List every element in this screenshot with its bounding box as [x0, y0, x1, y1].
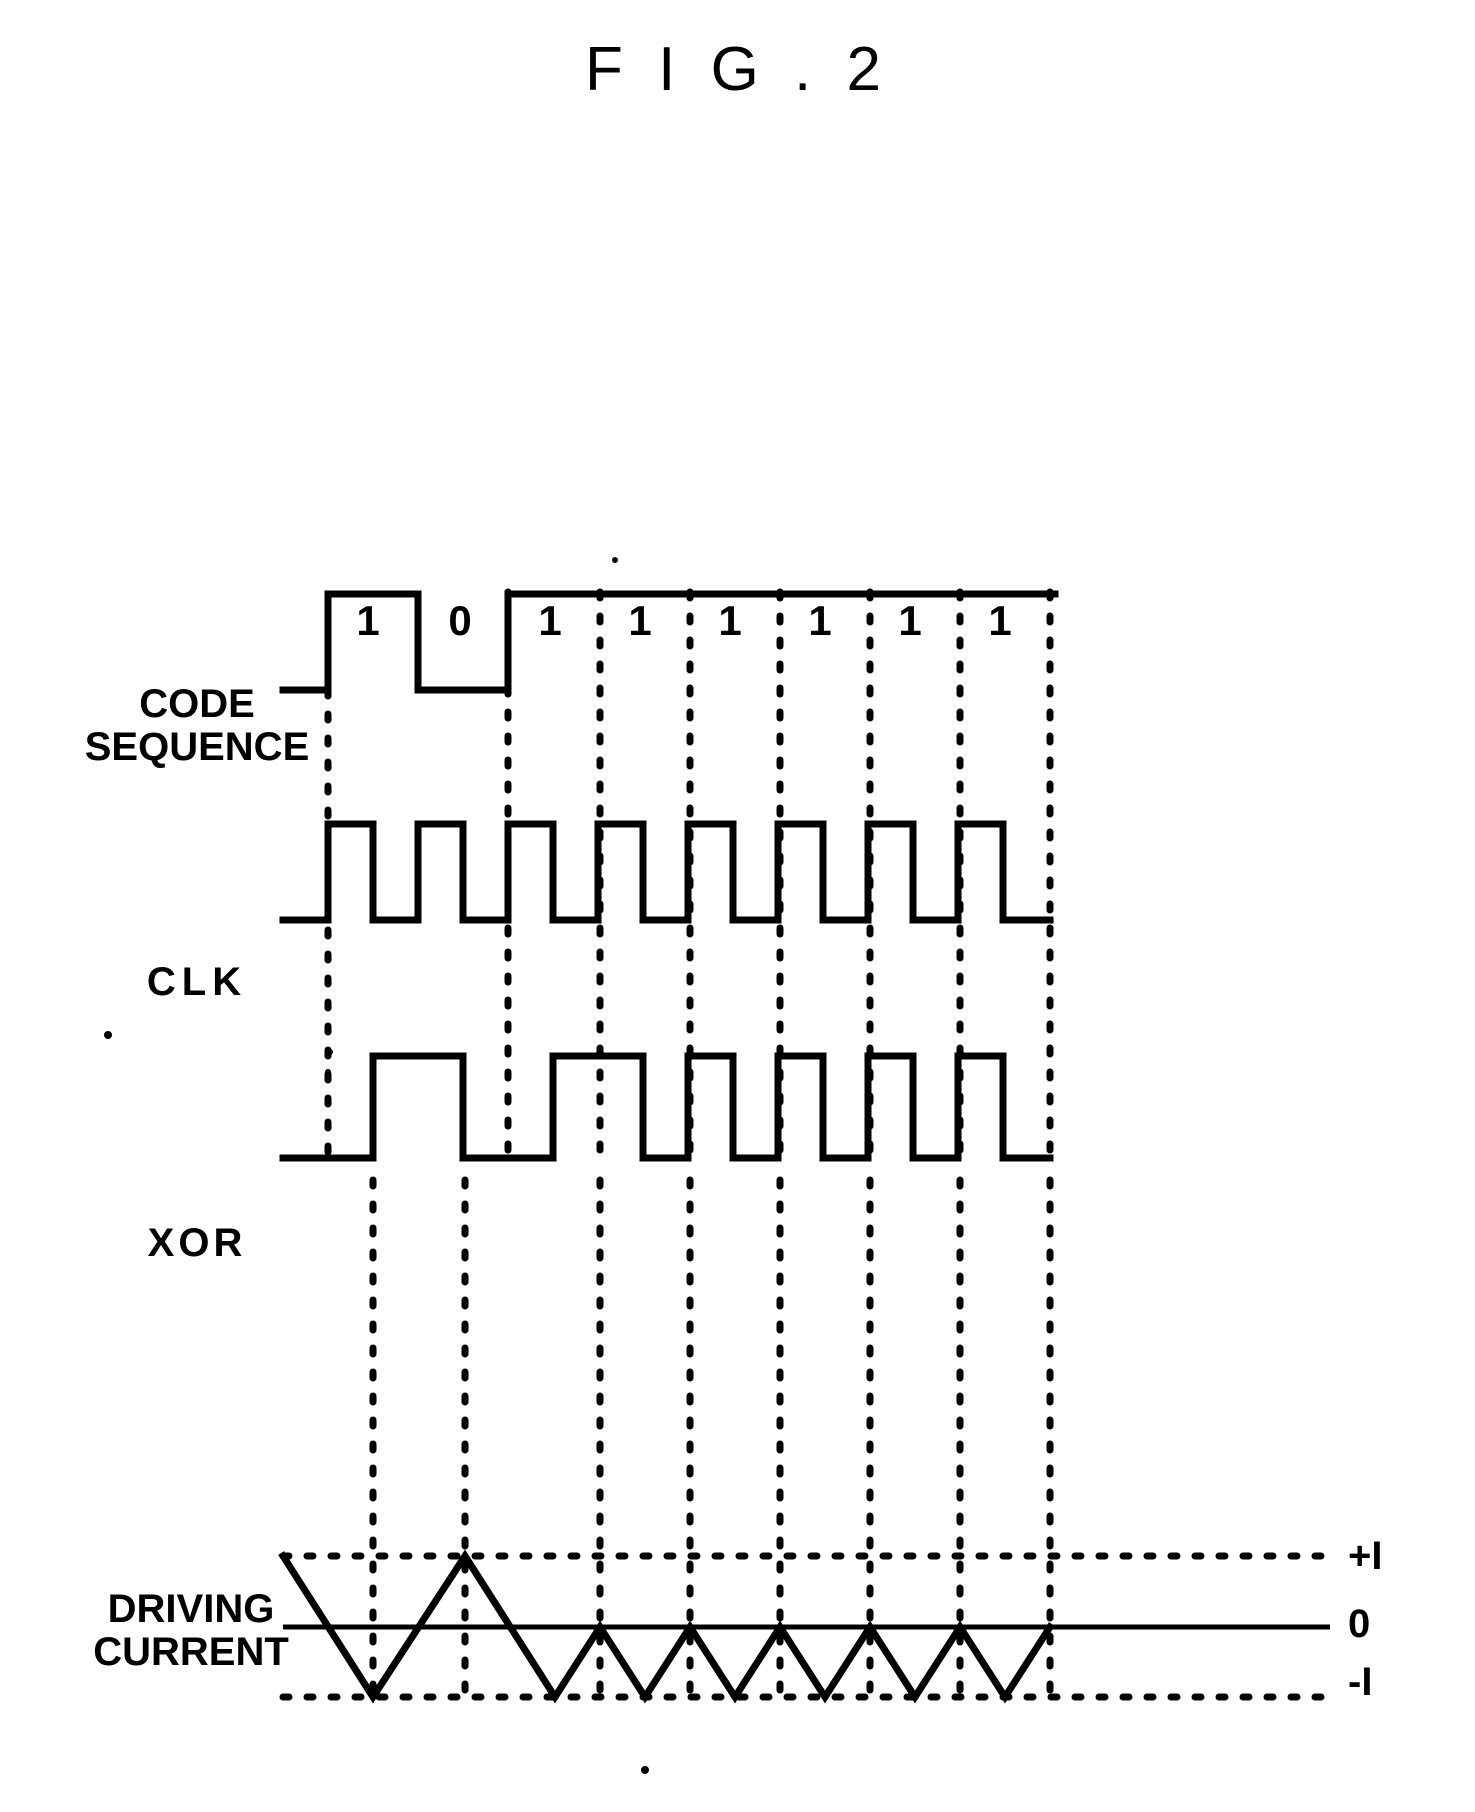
- waveform-code-sequence: [279, 590, 1059, 694]
- scan-speck-5: [641, 1766, 649, 1774]
- scan-speck-3: [104, 1031, 112, 1039]
- waveform-xor: [279, 1052, 1054, 1162]
- scan-speck-2: [327, 1049, 333, 1055]
- figure-root: F I G . 2 1 0 1 1 1 1 1 1 CODE SEQUENCE …: [0, 0, 1475, 1812]
- scan-speck-4: [325, 1069, 331, 1075]
- waveform-clk: [279, 820, 1054, 924]
- scan-speck-1: [612, 557, 618, 563]
- waveform-canvas: [104, 557, 1334, 1774]
